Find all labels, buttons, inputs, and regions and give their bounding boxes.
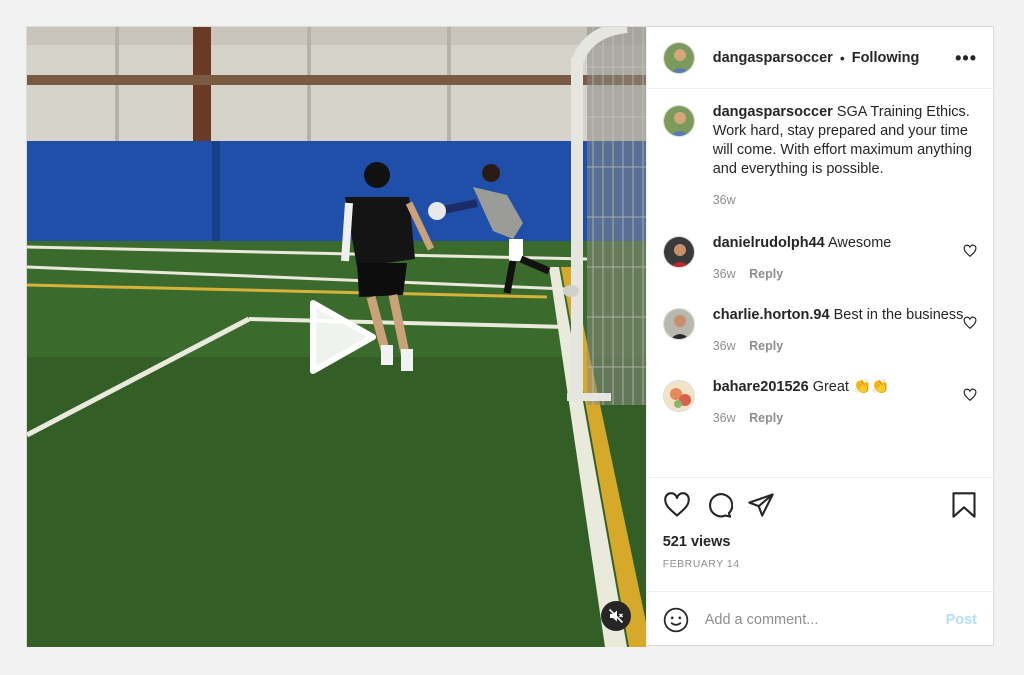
comment-body: bahare201526 Great 👏👏 36w Reply <box>713 378 977 428</box>
comment-text: Great 👏👏 <box>812 379 890 395</box>
comment-icon[interactable] <box>705 491 733 519</box>
comment-time: 36w <box>712 339 736 353</box>
following-button[interactable]: Following <box>852 50 920 66</box>
caption-body: dangasparsoccer SGA Training Ethics. Wor… <box>713 103 977 210</box>
mute-button[interactable] <box>601 601 631 631</box>
comment-username[interactable]: danielrudolph44 <box>713 235 825 251</box>
list-item: danielrudolph44 Awesome 36w Reply <box>662 234 977 284</box>
reply-button[interactable]: Reply <box>749 339 783 353</box>
heart-icon[interactable] <box>963 316 977 330</box>
comment-time: 36w <box>712 267 736 281</box>
post-side-panel: dangasparsoccer • Following ••• dangaspa… <box>645 27 993 647</box>
comment-text: Awesome <box>827 235 892 251</box>
bookmark-icon[interactable] <box>951 491 977 519</box>
post-date: FEBRUARY 14 <box>662 558 740 570</box>
comment-input[interactable] <box>704 611 946 628</box>
play-icon[interactable] <box>307 299 377 375</box>
share-icon[interactable] <box>747 491 775 519</box>
mute-icon <box>608 608 624 624</box>
video-player[interactable] <box>27 27 646 647</box>
avatar[interactable] <box>662 308 695 340</box>
list-item: bahare201526 Great 👏👏 36w Reply <box>662 378 977 428</box>
comment-time: 36w <box>712 411 736 425</box>
comment-body: charlie.horton.94 Best in the business 3… <box>713 306 977 356</box>
caption-username[interactable]: dangasparsoccer <box>713 104 833 120</box>
more-options-icon[interactable]: ••• <box>955 49 977 67</box>
reply-button[interactable]: Reply <box>749 411 783 425</box>
comment-text: Best in the business <box>833 307 964 323</box>
post-comment-button[interactable]: Post <box>946 612 977 628</box>
list-item: charlie.horton.94 Best in the business 3… <box>662 306 977 356</box>
avatar[interactable] <box>662 105 695 137</box>
post-username[interactable]: dangasparsoccer <box>713 50 833 66</box>
comment-username[interactable]: bahare201526 <box>713 379 809 395</box>
avatar[interactable] <box>662 380 695 412</box>
caption-time: 36w <box>712 193 736 207</box>
heart-icon[interactable] <box>663 491 691 519</box>
separator-dot: • <box>839 49 845 66</box>
action-icons <box>663 490 977 520</box>
post-actions: 521 views FEBRUARY 14 <box>646 477 993 591</box>
post-caption: dangasparsoccer SGA Training Ethics. Wor… <box>662 103 977 210</box>
comment-body: danielrudolph44 Awesome 36w Reply <box>713 234 977 284</box>
heart-icon[interactable] <box>963 388 977 402</box>
emoji-icon[interactable] <box>663 607 689 633</box>
post-header: dangasparsoccer • Following ••• <box>646 27 993 89</box>
comment-username[interactable]: charlie.horton.94 <box>713 307 830 323</box>
avatar[interactable] <box>662 41 695 74</box>
view-count[interactable]: 521 views <box>663 534 977 550</box>
post-dialog: dangasparsoccer • Following ••• dangaspa… <box>26 26 994 647</box>
reply-button[interactable]: Reply <box>749 267 783 281</box>
avatar[interactable] <box>662 236 695 268</box>
add-comment-bar: Post <box>646 591 993 647</box>
comments-list[interactable]: dangasparsoccer SGA Training Ethics. Wor… <box>647 89 993 477</box>
heart-icon[interactable] <box>963 244 977 258</box>
